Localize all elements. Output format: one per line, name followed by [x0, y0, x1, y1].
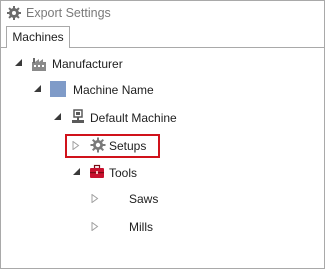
blue-square-icon — [50, 81, 66, 97]
tree-node-label: Tools — [109, 166, 138, 180]
title-bar: Export Settings — [1, 1, 324, 25]
toolbox-icon — [89, 164, 105, 183]
gear-icon — [6, 5, 22, 21]
tree-node-mills[interactable]: Mills — [1, 217, 221, 237]
expanded-arrow-icon[interactable] — [34, 85, 44, 95]
tree-node-default-machine[interactable]: Default Machine — [1, 108, 241, 128]
tree-node-label: Saws — [129, 192, 159, 206]
expanded-arrow-icon[interactable] — [15, 59, 25, 69]
tree-node-label: Default Machine — [90, 111, 177, 125]
expanded-arrow-icon[interactable] — [54, 113, 64, 123]
export-settings-window: Export Settings Machines Manufacturer Ma… — [0, 0, 325, 269]
expanded-arrow-icon[interactable] — [73, 168, 83, 178]
tree-node-label: Machine Name — [73, 83, 154, 97]
collapsed-arrow-icon[interactable] — [91, 222, 101, 232]
tab-strip: Machines — [1, 25, 324, 48]
window-title: Export Settings — [26, 6, 111, 20]
setups-highlight-box — [65, 134, 160, 158]
tab-machines[interactable]: Machines — [6, 26, 70, 48]
machine-icon — [70, 109, 86, 128]
tree-node-saws[interactable]: Saws — [1, 189, 221, 209]
tree-node-tools[interactable]: Tools — [1, 163, 221, 183]
collapsed-arrow-icon[interactable] — [91, 194, 101, 204]
factory-icon — [31, 56, 47, 75]
machines-tree: Manufacturer Machine Name Default Machin… — [1, 48, 324, 268]
tree-node-label: Manufacturer — [52, 57, 123, 71]
tree-node-label: Mills — [129, 220, 153, 234]
tree-node-machine-name[interactable]: Machine Name — [1, 80, 221, 100]
tree-node-manufacturer[interactable]: Manufacturer — [1, 54, 201, 74]
